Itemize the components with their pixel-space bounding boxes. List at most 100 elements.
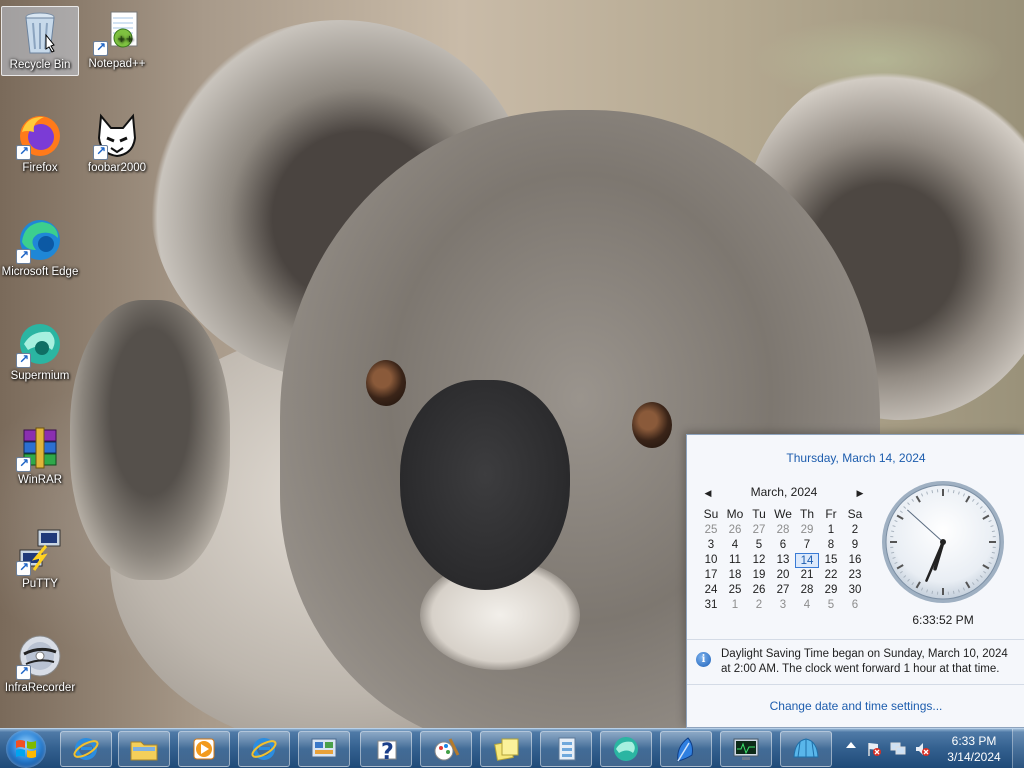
calendar-grid: Su Mo Tu We Th Fr Sa 25 26 27 28 29 1 2 3 4 5 6 7 8 9 10 11 12 1… [699,507,869,613]
system-monitor-icon [733,738,759,760]
taskbar: ? 6:33 PM 3/14/2024 [0,728,1024,768]
calendar-day[interactable]: 8 [819,538,843,553]
calendar-day[interactable]: 18 [723,568,747,583]
calendar-day[interactable]: 4 [723,538,747,553]
taskbar-clock-time: 6:33 PM [951,734,997,748]
calendar-day-adjacent-month[interactable]: 25 [699,523,723,538]
calendar-day-adjacent-month[interactable]: 3 [771,598,795,613]
calendar-day[interactable]: 28 [795,583,819,598]
winrar-icon [16,424,64,472]
taskbar-internet-explorer[interactable] [60,731,112,767]
taskbar-internet-explorer-2[interactable] [238,731,290,767]
taskbar-file-explorer[interactable] [118,731,170,767]
calendar-day[interactable]: 21 [795,568,819,583]
calendar-day-adjacent-month[interactable]: 5 [819,598,843,613]
taskbar-supermium[interactable] [600,731,652,767]
calendar-weekday-header: Mo [726,507,744,521]
supermium-icon [614,737,638,761]
calendar-day[interactable]: 3 [699,538,723,553]
shortcut-arrow-icon [16,144,31,160]
desktop-icon-foobar2000[interactable]: foobar2000 [78,110,156,180]
calendar-day[interactable]: 20 [771,568,795,583]
taskbar-system-monitor[interactable] [720,731,772,767]
flyout-long-date[interactable]: Thursday, March 14, 2024 [687,451,1024,465]
calendar-day[interactable]: 9 [843,538,867,553]
foobar2000-icon [93,112,141,160]
calendar-day[interactable]: 2 [843,523,867,538]
calendar-day[interactable]: 19 [747,568,771,583]
internet-explorer-icon [73,738,99,760]
document-viewer-icon [558,737,576,761]
calendar-day[interactable]: 31 [699,598,723,613]
calendar-day[interactable]: 16 [843,553,867,568]
calendar-day[interactable]: 17 [699,568,723,583]
taskbar-media-player[interactable] [178,731,230,767]
desktop-icon-microsoft-edge[interactable]: Microsoft Edge [1,214,79,298]
calendar-day[interactable]: 11 [723,553,747,568]
taskbar-clock[interactable]: 6:33 PM 3/14/2024 [938,733,1010,765]
calendar-day-adjacent-month[interactable]: 2 [747,598,771,613]
desktop-icon-supermium[interactable]: Supermium [1,318,79,388]
infrarecorder-icon [16,632,64,680]
network-icon[interactable] [890,741,906,757]
calendar-header: ◀ March, 2024 ▶ [699,485,869,503]
calendar-day[interactable]: 23 [843,568,867,583]
wallpaper-koala-nose [400,380,570,590]
change-date-time-settings-link[interactable]: Change date and time settings... [687,699,1024,713]
calendar-day-adjacent-month[interactable]: 1 [723,598,747,613]
media-player-icon [193,738,215,760]
calendar-weekday-header: Th [799,507,814,521]
taskbar-shell-app[interactable] [780,731,832,767]
desktop-icon-firefox[interactable]: Firefox [1,110,79,180]
calendar-day[interactable]: 13 [771,553,795,568]
calendar-day[interactable]: 10 [699,553,723,568]
calendar-day[interactable]: 30 [843,583,867,598]
taskbar-document-viewer[interactable] [540,731,592,767]
calendar-weekday-header: We [774,507,792,521]
desktop-icon-infrarecorder[interactable]: InfraRecorder [1,630,79,700]
action-center-flag-icon[interactable] [866,741,882,757]
taskbar-control-panel[interactable] [298,731,350,767]
calendar-day-adjacent-month[interactable]: 28 [771,523,795,538]
calendar-day-adjacent-month[interactable]: 26 [723,523,747,538]
desktop-icon-putty[interactable]: PuTTY [1,526,79,596]
calendar-day[interactable]: 12 [747,553,771,568]
taskbar-paint[interactable] [420,731,472,767]
calendar-day-adjacent-month[interactable]: 27 [747,523,771,538]
desktop-icon-notepad-plus-plus[interactable]: ++ Notepad++ [78,6,156,76]
calendar-day[interactable]: 7 [795,538,819,553]
taskbar-feather-app[interactable] [660,731,712,767]
calendar-day[interactable]: 24 [699,583,723,598]
calendar-day-adjacent-month[interactable]: 29 [795,523,819,538]
calendar-day[interactable]: 29 [819,583,843,598]
calendar-day[interactable]: 26 [747,583,771,598]
previous-month-arrow-icon[interactable]: ◀ [703,487,713,499]
clock-minute-tick [931,490,934,494]
calendar-day[interactable]: 6 [771,538,795,553]
taskbar-help[interactable]: ? [360,731,412,767]
taskbar-sticky-notes[interactable] [480,731,532,767]
volume-muted-icon[interactable] [914,741,930,757]
shortcut-arrow-icon [16,664,31,680]
wallpaper-koala-eye-left [366,360,406,406]
calendar-day[interactable]: 15 [819,553,843,568]
calendar-day-today[interactable]: 14 [795,553,819,568]
show-desktop-button[interactable] [1012,729,1024,768]
shortcut-arrow-icon [16,456,31,472]
calendar-day-adjacent-month[interactable]: 4 [795,598,819,613]
calendar-day[interactable]: 22 [819,568,843,583]
calendar-weekday-header: Tu [752,507,766,521]
start-button[interactable] [6,730,46,768]
calendar-month-label[interactable]: March, 2024 [751,485,818,499]
calendar-day[interactable]: 1 [819,523,843,538]
desktop-icon-recycle-bin[interactable]: Recycle Bin [1,6,79,76]
calendar-day[interactable]: 27 [771,583,795,598]
show-hidden-icons-arrow[interactable] [846,742,856,748]
next-month-arrow-icon[interactable]: ▶ [855,487,865,499]
calendar-day-adjacent-month[interactable]: 6 [843,598,867,613]
desktop-icon-winrar[interactable]: WinRAR [1,422,79,492]
calendar-day[interactable]: 5 [747,538,771,553]
sticky-notes-icon [494,738,519,761]
calendar-day[interactable]: 25 [723,583,747,598]
calendar-weekday-header: Fr [825,507,837,521]
